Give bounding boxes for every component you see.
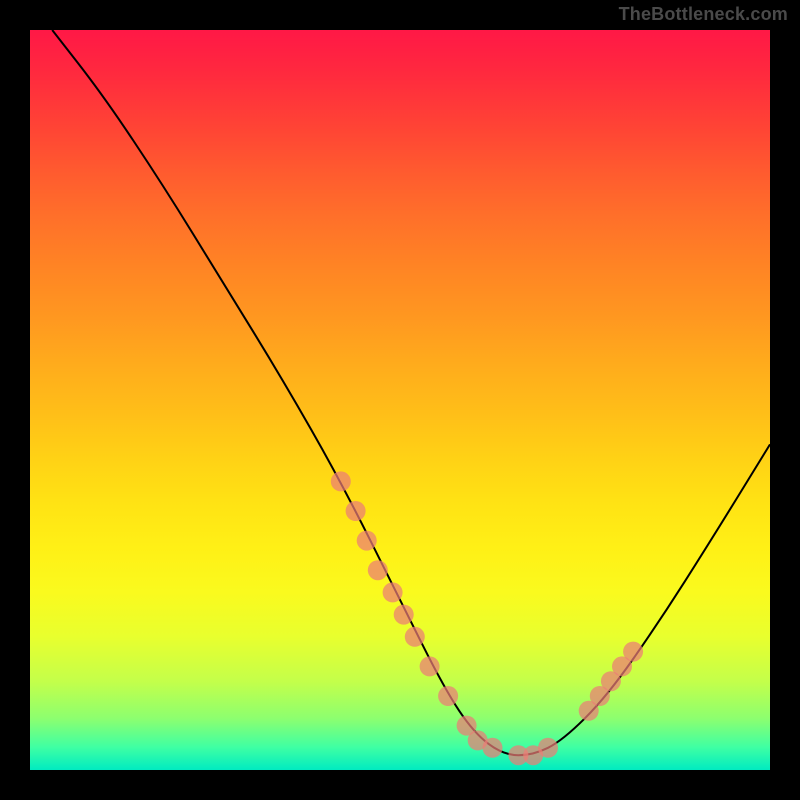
curve-marker xyxy=(483,738,503,758)
curve-marker xyxy=(357,531,377,551)
curve-marker xyxy=(346,501,366,521)
chart-svg xyxy=(30,30,770,770)
curve-marker xyxy=(420,656,440,676)
curve-marker xyxy=(383,582,403,602)
curve-marker xyxy=(368,560,388,580)
curve-marker xyxy=(623,642,643,662)
bottleneck-curve xyxy=(52,30,770,755)
chart-plot-area xyxy=(30,30,770,770)
curve-markers-group xyxy=(331,471,643,765)
curve-marker xyxy=(394,605,414,625)
curve-marker xyxy=(538,738,558,758)
curve-marker xyxy=(438,686,458,706)
curve-marker xyxy=(405,627,425,647)
watermark-text: TheBottleneck.com xyxy=(619,4,788,25)
curve-marker xyxy=(331,471,351,491)
